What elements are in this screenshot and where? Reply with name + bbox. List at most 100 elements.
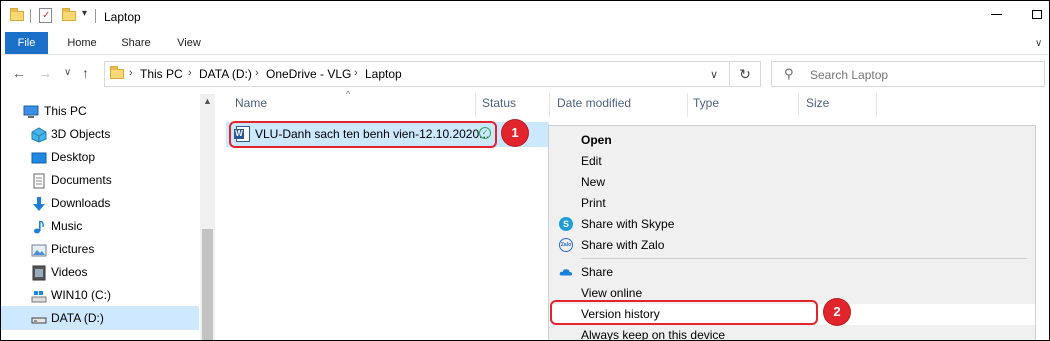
expand-ribbon-icon[interactable]: ∨ — [1035, 38, 1042, 49]
tab-home[interactable]: Home — [58, 32, 106, 54]
onedrive-cloud-icon — [559, 269, 573, 276]
sort-ascending-icon: ^ — [346, 89, 351, 99]
breadcrumb-data-d[interactable]: DATA (D:) — [199, 67, 252, 81]
step-badge-2: 2 — [824, 299, 850, 325]
title-bar: ✓ ▾ Laptop — [1, 1, 1049, 31]
tab-view[interactable]: View — [166, 32, 212, 54]
window-title: Laptop — [104, 10, 141, 24]
column-header-status[interactable]: Status — [482, 96, 516, 110]
nav-item-label: Downloads — [51, 196, 111, 210]
nav-item-label: DATA (D:) — [51, 311, 104, 325]
menu-item-label: View online — [581, 286, 643, 300]
folder-icon — [110, 66, 124, 79]
explorer-window: ✓ ▾ Laptop File Home Share View ∨ ← → ∨ … — [0, 0, 1050, 341]
column-divider[interactable] — [687, 93, 688, 117]
tab-file[interactable]: File — [5, 32, 48, 54]
menu-item-label: Always keep on this device — [581, 328, 726, 341]
highlight-box-version-history — [550, 300, 818, 325]
menu-item-always-keep[interactable]: Always keep on this device — [549, 325, 1035, 341]
search-box[interactable]: ⚲ — [771, 61, 1045, 87]
column-divider[interactable] — [798, 93, 799, 117]
navigation-pane: This PC 3D Objects Desktop Documents Dow… — [1, 94, 216, 340]
step-badge-1: 1 — [502, 120, 528, 146]
breadcrumb-this-pc[interactable]: This PC — [140, 67, 183, 81]
menu-item-label: New — [581, 175, 606, 189]
search-icon: ⚲ — [784, 66, 794, 81]
minimize-button[interactable] — [991, 14, 1002, 15]
nav-item-label: Videos — [51, 265, 88, 279]
zalo-icon: Zalo — [559, 238, 573, 252]
breadcrumb-laptop[interactable]: Laptop — [365, 67, 402, 81]
scroll-thumb[interactable] — [202, 229, 213, 340]
column-header-size[interactable]: Size — [806, 96, 829, 110]
recent-locations-icon[interactable]: ∨ — [64, 67, 71, 78]
address-dropdown-icon[interactable]: ∨ — [710, 68, 718, 81]
nav-item-label: Music — [51, 219, 83, 233]
menu-item-label: Open — [581, 133, 612, 147]
menu-item-new[interactable]: New — [549, 172, 1035, 193]
nav-item-data-d[interactable]: DATA (D:) — [1, 306, 199, 330]
nav-item-label: This PC — [44, 104, 87, 118]
new-folder-icon[interactable] — [62, 8, 76, 21]
column-header-date-modified[interactable]: Date modified — [557, 96, 631, 110]
breadcrumb-separator: › — [188, 67, 192, 79]
scroll-up-icon[interactable]: ▲ — [203, 96, 212, 106]
up-arrow-icon[interactable]: ↑ — [82, 65, 89, 81]
menu-item-edit[interactable]: Edit — [549, 151, 1035, 172]
refresh-button[interactable]: ↻ — [729, 61, 761, 87]
menu-item-share[interactable]: Share — [549, 262, 1035, 283]
search-input[interactable] — [808, 64, 1032, 86]
nav-item-label: WIN10 (C:) — [51, 288, 111, 302]
back-arrow-icon[interactable]: ← — [12, 65, 26, 81]
nav-item-3d-objects[interactable]: 3D Objects — [31, 124, 207, 146]
breadcrumb-separator: › — [255, 67, 259, 79]
tab-share[interactable]: Share — [113, 32, 159, 54]
menu-item-label: Share with Skype — [581, 217, 675, 231]
nav-item-pictures[interactable]: Pictures — [31, 239, 207, 261]
divider — [95, 9, 96, 23]
address-row: ← → ∨ ↑ › This PC › DATA (D:) › OneDrive… — [1, 59, 1049, 89]
menu-item-label: Edit — [581, 154, 602, 168]
maximize-button[interactable] — [1032, 10, 1042, 19]
menu-item-open[interactable]: Open — [549, 130, 1035, 151]
nav-item-music[interactable]: Music — [31, 216, 207, 238]
column-divider[interactable] — [876, 93, 877, 117]
breadcrumb-onedrive[interactable]: OneDrive - VLG — [266, 67, 351, 81]
downloads-icon — [33, 197, 45, 211]
nav-item-label: Documents — [51, 173, 112, 187]
breadcrumb-separator: › — [129, 67, 133, 79]
column-divider[interactable] — [475, 93, 476, 117]
nav-item-win10-c[interactable]: WIN10 (C:) — [31, 285, 207, 307]
drive-c-icon — [31, 291, 47, 303]
nav-scrollbar[interactable]: ▲ — [200, 94, 215, 340]
menu-item-share-with-zalo[interactable]: Zalo Share with Zalo — [549, 235, 1035, 256]
documents-icon — [33, 173, 45, 189]
menu-item-label: Print — [581, 196, 606, 210]
desktop-icon — [31, 152, 47, 164]
ribbon-tabs: File Home Share View ∨ — [1, 32, 1049, 55]
column-header-name[interactable]: Name — [235, 96, 267, 110]
menu-item-label: Share with Zalo — [581, 238, 665, 252]
properties-icon[interactable]: ✓ — [39, 8, 52, 23]
3d-objects-icon — [31, 127, 47, 143]
forward-arrow-icon[interactable]: → — [38, 65, 52, 81]
breadcrumb-separator: › — [354, 67, 358, 79]
highlight-box-file — [229, 121, 497, 148]
pictures-icon — [31, 244, 47, 257]
nav-item-desktop[interactable]: Desktop — [31, 147, 207, 169]
menu-separator — [581, 258, 1027, 259]
column-header-type[interactable]: Type — [693, 96, 719, 110]
customize-toolbar-dropdown-icon[interactable]: ▾ — [82, 8, 87, 19]
nav-item-label: 3D Objects — [51, 127, 111, 141]
menu-item-share-with-skype[interactable]: S Share with Skype — [549, 214, 1035, 235]
menu-item-print[interactable]: Print — [549, 193, 1035, 214]
music-icon — [34, 220, 44, 234]
nav-item-videos[interactable]: Videos — [31, 262, 207, 284]
column-divider[interactable] — [549, 93, 550, 117]
refresh-icon: ↻ — [739, 66, 751, 82]
nav-item-this-pc[interactable]: This PC — [23, 101, 199, 123]
nav-item-downloads[interactable]: Downloads — [31, 193, 207, 215]
menu-item-label: Share — [581, 265, 614, 279]
nav-item-documents[interactable]: Documents — [31, 170, 207, 192]
address-bar[interactable]: › This PC › DATA (D:) › OneDrive - VLG ›… — [104, 61, 761, 87]
